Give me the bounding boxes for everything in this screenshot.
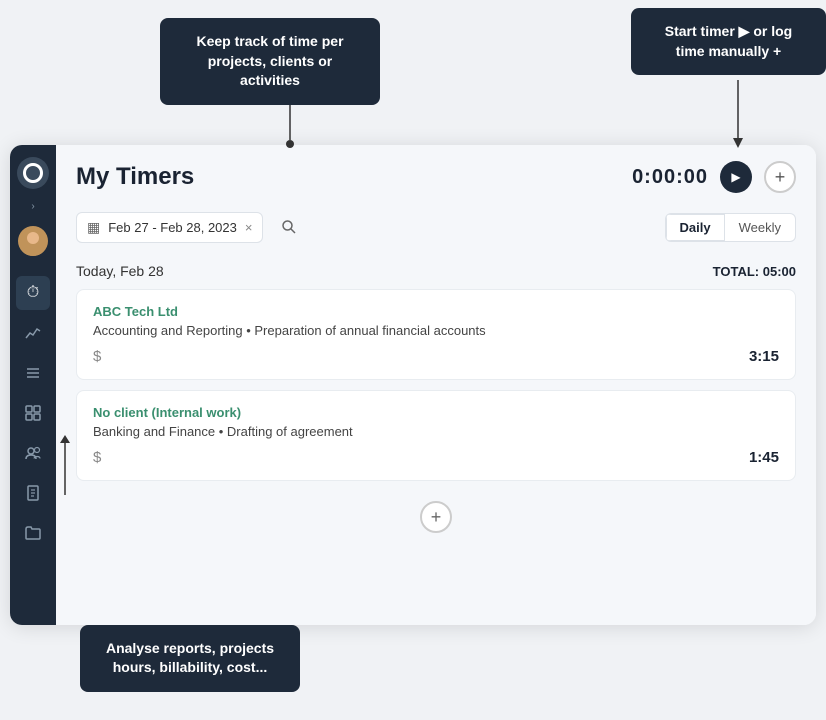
client-name-1: ABC Tech Ltd [93,304,779,319]
play-icon: ▶ [731,170,740,184]
timer-display: 0:00:00 [632,166,708,189]
search-button[interactable] [273,211,305,243]
sidebar-item-analytics[interactable] [16,316,50,350]
day-label: Today, Feb 28 [76,263,164,279]
content-area: Today, Feb 28 TOTAL: 05:00 ABC Tech Ltd … [56,255,816,625]
sidebar-item-team[interactable] [16,436,50,470]
daily-view-button[interactable]: Daily [666,214,725,241]
weekly-view-button[interactable]: Weekly [725,214,795,241]
time-entry-1[interactable]: ABC Tech Ltd Accounting and Reporting • … [76,289,796,380]
app-logo[interactable] [17,157,49,189]
tooltip-bottom-left: Analyse reports, projects hours, billabi… [80,625,300,692]
add-row: + [76,491,796,538]
filter-left: ▦ Feb 27 - Feb 28, 2023 × [76,211,305,243]
entry-description-2: Banking and Finance • Drafting of agreem… [93,424,779,439]
main-content: My Timers 0:00:00 ▶ + ▦ Feb 27 - Feb 28,… [56,145,816,625]
add-time-button[interactable]: + [764,161,796,193]
date-clear-button[interactable]: × [245,220,253,235]
sidebar-item-grid[interactable] [16,396,50,430]
entry-time-1: 3:15 [749,348,779,365]
tooltip-top-right: Start timer ▶ or log time manually + [631,8,826,75]
date-range-label: Feb 27 - Feb 28, 2023 [108,220,237,235]
time-entry-2[interactable]: No client (Internal work) Banking and Fi… [76,390,796,481]
date-range-filter[interactable]: ▦ Feb 27 - Feb 28, 2023 × [76,212,263,243]
plus-icon: + [775,167,786,188]
entry-description-1: Accounting and Reporting • Preparation o… [93,323,779,338]
app-container: › ⏱ [10,145,816,625]
add-entry-button[interactable]: + [420,501,452,533]
sidebar-collapse-button[interactable]: › [31,201,34,212]
tooltip-top-center: Keep track of time per projects, clients… [160,18,380,105]
sidebar-item-list[interactable] [16,356,50,390]
user-avatar[interactable] [18,226,48,256]
billable-icon-1: $ [93,348,101,365]
entry-time-2: 1:45 [749,449,779,466]
header-actions: 0:00:00 ▶ + [632,161,796,193]
page-title: My Timers [76,163,194,191]
entry-footer-1: $ 3:15 [93,348,779,365]
billable-icon-2: $ [93,449,101,466]
day-header: Today, Feb 28 TOTAL: 05:00 [76,255,796,289]
page-header: My Timers 0:00:00 ▶ + [56,145,816,203]
calendar-icon: ▦ [87,219,100,236]
start-timer-button[interactable]: ▶ [720,161,752,193]
sidebar: › ⏱ [10,145,56,625]
client-name-2: No client (Internal work) [93,405,779,420]
entry-footer-2: $ 1:45 [93,449,779,466]
day-total: TOTAL: 05:00 [713,264,796,279]
sidebar-item-timers[interactable]: ⏱ [16,276,50,310]
view-toggle: Daily Weekly [665,213,796,242]
sidebar-item-folder[interactable] [16,516,50,550]
logo-icon [23,163,43,183]
sidebar-item-documents[interactable] [16,476,50,510]
filters-bar: ▦ Feb 27 - Feb 28, 2023 × Daily Weekly [56,203,816,255]
